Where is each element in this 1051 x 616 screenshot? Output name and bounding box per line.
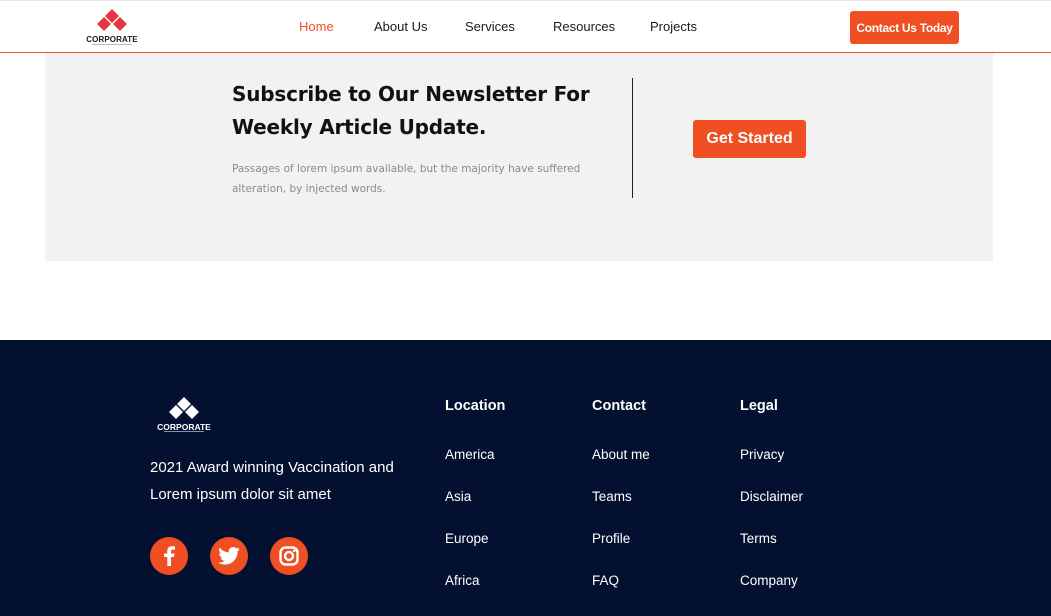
- nav-home[interactable]: Home: [299, 19, 334, 34]
- nav-about-us[interactable]: About Us: [374, 19, 427, 34]
- footer-column-location: Location America Asia Europe Africa: [445, 398, 506, 588]
- nav-resources[interactable]: Resources: [553, 19, 615, 34]
- header-logo[interactable]: CORPORATE: [84, 9, 140, 47]
- facebook-icon: [164, 546, 175, 566]
- newsletter-title-line2: Weekly Article Update.: [232, 115, 487, 139]
- newsletter-divider: [632, 78, 633, 198]
- footer-column-title: Location: [445, 398, 506, 414]
- footer-link-asia[interactable]: Asia: [445, 489, 471, 504]
- footer-tagline: 2021 Award winning Vaccination and Lorem…: [150, 459, 394, 503]
- footer-logo-underline: [164, 431, 204, 432]
- newsletter-section: Subscribe to Our Newsletter For Weekly A…: [45, 53, 993, 261]
- get-started-button[interactable]: Get Started: [693, 120, 806, 158]
- footer-link-faq[interactable]: FAQ: [592, 573, 619, 588]
- instagram-icon: [279, 546, 299, 566]
- twitter-link[interactable]: [210, 537, 248, 575]
- footer-column-contact: Contact About me Teams Profile FAQ: [592, 398, 650, 588]
- footer-logo-diamond-icon: [169, 397, 199, 419]
- footer-column-title: Contact: [592, 398, 646, 414]
- logo-text: CORPORATE: [86, 35, 138, 44]
- footer-column-title: Legal: [740, 398, 778, 414]
- newsletter-title: Subscribe to Our Newsletter For Weekly A…: [232, 78, 612, 144]
- contact-us-button[interactable]: Contact Us Today: [850, 11, 959, 44]
- footer-link-about-me[interactable]: About me: [592, 447, 650, 462]
- nav-services[interactable]: Services: [465, 19, 515, 34]
- footer-link-profile[interactable]: Profile: [592, 531, 630, 546]
- footer-link-teams[interactable]: Teams: [592, 489, 632, 504]
- site-footer: CORPORATE 2021 Award winning Vaccination…: [0, 340, 1051, 616]
- footer-column-legal: Legal Privacy Disclaimer Terms Company: [740, 398, 803, 588]
- footer-link-terms[interactable]: Terms: [740, 531, 777, 546]
- footer-logo[interactable]: CORPORATE: [155, 397, 213, 433]
- newsletter-title-line1: Subscribe to Our Newsletter For: [232, 82, 590, 106]
- nav-projects[interactable]: Projects: [650, 19, 697, 34]
- footer-link-disclaimer[interactable]: Disclaimer: [740, 489, 803, 504]
- site-header: CORPORATE Home About Us Services Resourc…: [0, 0, 1051, 53]
- footer-link-america[interactable]: America: [445, 447, 495, 462]
- footer-link-company[interactable]: Company: [740, 573, 798, 588]
- footer-link-europe[interactable]: Europe: [445, 531, 489, 546]
- footer-link-africa[interactable]: Africa: [445, 573, 480, 588]
- logo-diamond-icon: [97, 9, 127, 31]
- newsletter-description: Passages of lorem ipsum available, but t…: [232, 163, 581, 195]
- logo-underline: [92, 44, 132, 45]
- footer-link-privacy[interactable]: Privacy: [740, 447, 784, 462]
- twitter-icon: [218, 547, 240, 565]
- facebook-link[interactable]: [150, 537, 188, 575]
- instagram-link[interactable]: [270, 537, 308, 575]
